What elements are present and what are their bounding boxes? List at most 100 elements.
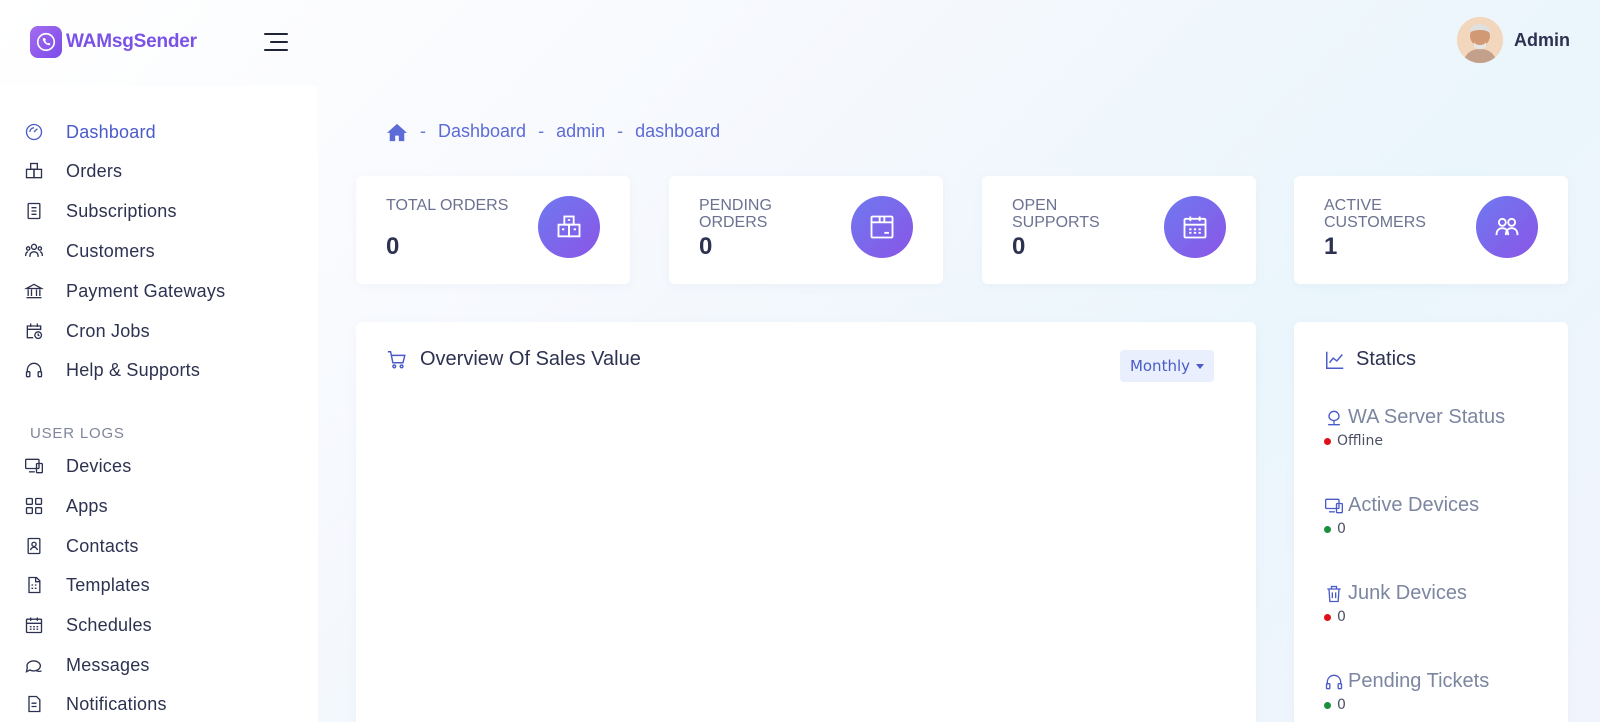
stat-card-total-orders: TOTAL ORDERS 0 <box>356 176 630 284</box>
sidebar-item-label: Help & Supports <box>66 359 201 380</box>
template-icon <box>24 575 44 595</box>
breadcrumb-separator: - <box>617 121 624 141</box>
app-name: WAMsgSender <box>66 31 197 52</box>
sidebar-item-subscriptions[interactable]: Subscriptions <box>24 199 176 223</box>
statics-item-value: 0 <box>1337 609 1346 625</box>
sidebar-item-schedules[interactable]: Schedules <box>24 613 152 637</box>
statics-item-junk-devices: Junk Devices 0 <box>1324 582 1467 625</box>
notification-icon <box>24 694 44 714</box>
statics-title: Statics <box>1356 348 1417 370</box>
contact-book-icon <box>24 536 44 556</box>
calendar-clock-icon <box>24 321 44 341</box>
stat-value: 0 <box>699 233 713 260</box>
user-menu[interactable]: Admin <box>1457 17 1570 63</box>
home-icon[interactable] <box>386 122 408 142</box>
trend-chart-icon <box>1324 349 1346 371</box>
headset-icon <box>24 360 44 380</box>
caret-down-icon <box>1196 363 1204 369</box>
cart-icon <box>386 349 408 371</box>
sidebar-item-contacts[interactable]: Contacts <box>24 534 138 558</box>
breadcrumb: - Dashboard - admin - dashboard <box>386 121 720 142</box>
statics-item-label: Junk Devices <box>1348 582 1467 604</box>
menu-toggle-icon[interactable] <box>264 33 288 53</box>
user-name: Admin <box>1514 29 1570 50</box>
breadcrumb-separator: - <box>420 121 426 141</box>
sidebar-item-customers[interactable]: Customers <box>24 239 155 263</box>
server-icon <box>1324 408 1344 428</box>
sidebar-item-templates[interactable]: Templates <box>24 573 150 597</box>
sidebar-item-apps[interactable]: Apps <box>24 494 108 518</box>
user-logs-heading: USER LOGS <box>30 425 125 442</box>
statics-item-label: Pending Tickets <box>1348 670 1490 692</box>
status-dot-icon <box>1324 613 1331 621</box>
avatar <box>1457 17 1503 63</box>
sidebar-item-label: Cron Jobs <box>66 320 150 341</box>
sidebar-item-dashboard[interactable]: Dashboard <box>24 120 156 144</box>
stat-value: 0 <box>1012 233 1026 260</box>
sidebar-item-devices[interactable]: Devices <box>24 454 131 478</box>
trash-icon <box>1324 584 1344 604</box>
sidebar: Dashboard Orders Subscriptions Customers… <box>0 86 318 722</box>
bank-icon <box>24 281 44 301</box>
statics-item-label: WA Server Status <box>1348 406 1506 428</box>
app-logo[interactable]: WAMsgSender <box>30 26 197 58</box>
status-dot-icon <box>1324 701 1331 709</box>
breadcrumb-current: dashboard <box>635 121 721 141</box>
sidebar-item-messages[interactable]: Messages <box>24 653 149 677</box>
devices-icon <box>24 456 44 476</box>
statics-item-pending-tickets: Pending Tickets 0 <box>1324 670 1489 713</box>
users-icon <box>1476 196 1538 258</box>
stat-value: 1 <box>1324 233 1338 260</box>
status-dot-icon <box>1324 525 1331 533</box>
sidebar-item-label: Orders <box>66 160 123 181</box>
statics-item-value: Offline <box>1337 433 1383 449</box>
sidebar-item-label: Subscriptions <box>66 200 177 221</box>
sidebar-item-cron-jobs[interactable]: Cron Jobs <box>24 319 150 343</box>
status-dot-icon <box>1324 437 1331 445</box>
calendar-icon <box>24 615 44 635</box>
stat-label: ACTIVE CUSTOMERS <box>1324 197 1426 231</box>
statics-item-active-devices: Active Devices 0 <box>1324 494 1479 537</box>
receipt-icon <box>24 201 44 221</box>
devices-icon <box>1324 496 1344 516</box>
sidebar-item-label: Templates <box>66 574 150 595</box>
users-icon <box>24 241 44 261</box>
stat-card-active-customers: ACTIVE CUSTOMERS 1 <box>1294 176 1568 284</box>
messages-icon <box>24 655 44 675</box>
stat-label: OPEN SUPPORTS <box>1012 197 1100 231</box>
breadcrumb-link-dashboard[interactable]: Dashboard <box>438 121 526 142</box>
calendar-icon <box>1164 196 1226 258</box>
statics-item-label: Active Devices <box>1348 494 1480 516</box>
gauge-icon <box>24 122 44 142</box>
sidebar-item-notifications[interactable]: Notifications <box>24 692 166 716</box>
sales-overview-panel: Overview Of Sales Value Monthly <box>356 322 1256 722</box>
panel-title: Overview Of Sales Value <box>386 348 641 371</box>
sidebar-item-label: Apps <box>66 495 108 516</box>
sidebar-item-payment-gateways[interactable]: Payment Gateways <box>24 279 225 303</box>
sidebar-item-label: Messages <box>66 654 150 675</box>
sales-overview-title: Overview Of Sales Value <box>420 348 641 370</box>
sidebar-item-label: Devices <box>66 455 132 476</box>
statics-item-wa-server-status: WA Server Status Offline <box>1324 406 1505 449</box>
sidebar-item-label: Payment Gateways <box>66 280 226 301</box>
stat-label: TOTAL ORDERS <box>386 197 509 214</box>
stat-label: PENDING ORDERS <box>699 197 772 231</box>
stat-card-pending-orders: PENDING ORDERS 0 <box>669 176 943 284</box>
phone-chat-icon <box>30 26 62 58</box>
sidebar-item-label: Contacts <box>66 535 139 556</box>
sidebar-item-label: Customers <box>66 240 155 261</box>
sidebar-item-orders[interactable]: Orders <box>24 159 122 183</box>
period-dropdown-label: Monthly <box>1129 357 1190 375</box>
breadcrumb-link-admin[interactable]: admin <box>556 121 605 142</box>
headset-icon <box>1324 672 1344 692</box>
sidebar-item-label: Notifications <box>66 693 167 714</box>
sidebar-item-help-supports[interactable]: Help & Supports <box>24 358 200 382</box>
top-header: WAMsgSender Admin <box>0 0 1600 86</box>
period-dropdown[interactable]: Monthly <box>1119 350 1214 382</box>
breadcrumb-separator: - <box>538 121 545 141</box>
panel-title: Statics <box>1324 348 1416 371</box>
boxes-icon <box>538 196 600 258</box>
package-icon <box>851 196 913 258</box>
statics-item-value: 0 <box>1337 697 1346 713</box>
stat-value: 0 <box>386 233 400 260</box>
